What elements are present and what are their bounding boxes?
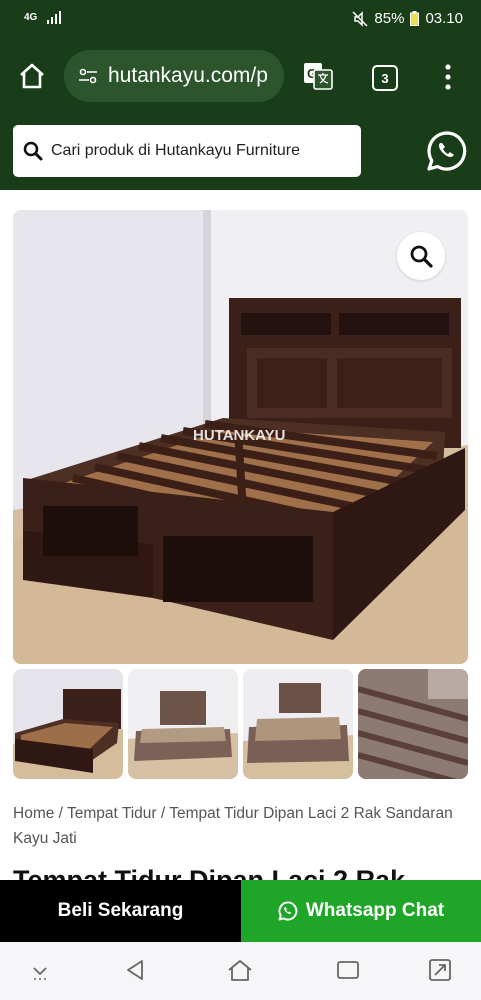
bed-illustration: HUTANKAYU bbox=[13, 210, 468, 664]
breadcrumb[interactable]: Home / Tempat Tidur / Tempat Tidur Dipan… bbox=[13, 801, 463, 851]
status-bar: 4G 85% 03.10 bbox=[0, 0, 481, 40]
url-text: hutankayu.com/p bbox=[108, 64, 268, 87]
thumbnail-3-image bbox=[243, 683, 353, 779]
whatsapp-chat-label: Whatsapp Chat bbox=[305, 900, 445, 921]
mute-icon bbox=[352, 10, 368, 27]
clock: 03.10 bbox=[425, 10, 463, 27]
home-nav-icon[interactable] bbox=[226, 958, 254, 982]
thumbnail-4[interactable] bbox=[358, 669, 468, 779]
rotate-icon[interactable] bbox=[428, 958, 452, 982]
buy-now-label: Beli Sekarang bbox=[57, 900, 184, 921]
zoom-button[interactable] bbox=[397, 232, 445, 280]
url-field[interactable]: hutankayu.com/p bbox=[64, 50, 284, 102]
zoom-icon bbox=[410, 245, 433, 268]
site-settings-icon[interactable] bbox=[78, 66, 98, 86]
more-icon[interactable] bbox=[444, 64, 452, 90]
back-icon[interactable] bbox=[124, 958, 146, 982]
thumbnail-4-image bbox=[358, 669, 468, 779]
recents-icon[interactable] bbox=[336, 958, 360, 982]
whatsapp-icon bbox=[278, 901, 298, 921]
search-input[interactable]: Cari produk di Hutankayu Furniture bbox=[13, 125, 361, 177]
signal-icon bbox=[47, 11, 61, 24]
search-placeholder: Cari produk di Hutankayu Furniture bbox=[51, 142, 301, 159]
whatsapp-chat-button[interactable]: Whatsapp Chat bbox=[241, 880, 481, 942]
browser-toolbar: hutankayu.com/p G 3 bbox=[0, 40, 481, 112]
battery-percent: 85% bbox=[374, 10, 405, 27]
tabs-icon[interactable]: 3 bbox=[372, 65, 398, 91]
thumbnail-1[interactable] bbox=[13, 669, 123, 779]
watermark: HUTANKAYU bbox=[193, 427, 286, 444]
system-nav-bar bbox=[0, 942, 481, 1000]
thumbnail-2-image bbox=[128, 691, 238, 779]
search-icon bbox=[23, 141, 43, 161]
home-icon[interactable] bbox=[18, 62, 46, 90]
thumbnail-1-image bbox=[13, 689, 123, 779]
thumbnail-gallery bbox=[13, 669, 468, 779]
site-header: Cari produk di Hutankayu Furniture bbox=[0, 112, 481, 190]
whatsapp-icon[interactable] bbox=[426, 130, 468, 172]
thumbnail-2[interactable] bbox=[128, 669, 238, 779]
buy-now-button[interactable]: Beli Sekarang bbox=[0, 880, 241, 942]
translate-icon[interactable]: G bbox=[302, 61, 334, 91]
action-bar: Beli Sekarang Whatsapp Chat bbox=[0, 880, 481, 942]
product-main-image[interactable]: HUTANKAYU bbox=[13, 210, 468, 664]
network-4g-icon: 4G bbox=[24, 11, 38, 23]
thumbnail-3[interactable] bbox=[243, 669, 353, 779]
battery-icon bbox=[410, 11, 420, 26]
keyboard-hide-icon[interactable] bbox=[30, 958, 50, 982]
